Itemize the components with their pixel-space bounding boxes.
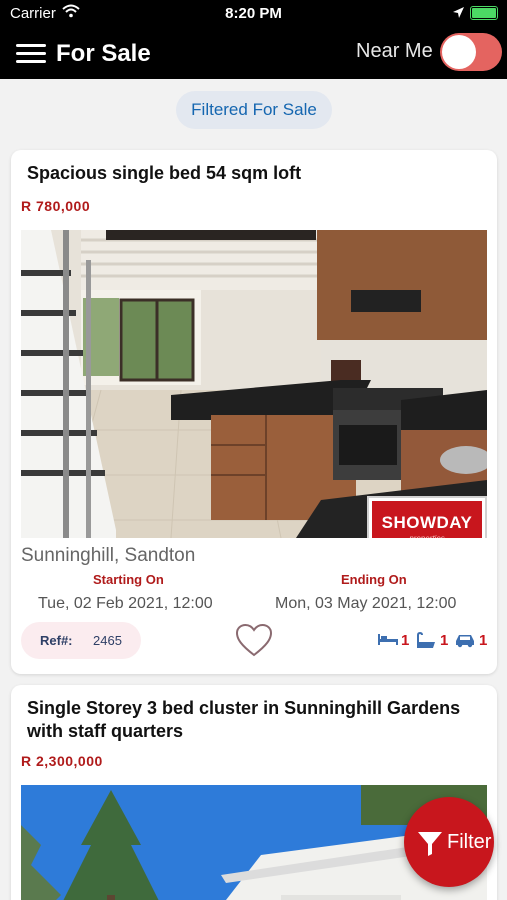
listing-location: Sunninghill, Sandton [21, 545, 196, 566]
nav-bar: For Sale Near Me [0, 28, 507, 79]
beds-feature: 1 [377, 630, 411, 652]
toggle-knob [442, 35, 476, 69]
ref-value: 2465 [93, 633, 122, 648]
near-me-label: Near Me [356, 40, 433, 62]
listing-price: R 780,000 [21, 198, 91, 214]
ref-label: Ref#: [40, 633, 73, 648]
near-me-toggle[interactable] [440, 33, 502, 71]
starting-label: Starting On [93, 572, 164, 587]
reference-badge: Ref#: 2465 [21, 622, 141, 659]
starting-value: Tue, 02 Feb 2021, 12:00 [38, 595, 213, 612]
filter-chip[interactable]: Filtered For Sale [176, 91, 332, 129]
kitchen-photo [21, 230, 487, 538]
filter-button-label: Filter [447, 831, 492, 853]
listing-card[interactable]: Spacious single bed 54 sqm loft R 780,00… [11, 150, 497, 674]
showday-sub: properties [369, 534, 485, 538]
baths-feature: 1 [415, 630, 453, 652]
listing-feed[interactable]: Filtered For Sale Spacious single bed 54… [0, 79, 507, 900]
filter-funnel-icon [418, 832, 442, 856]
listing-photo[interactable]: SHOWDAY properties [21, 230, 487, 538]
ending-label: Ending On [341, 572, 407, 587]
listing-price: R 2,300,000 [21, 753, 103, 769]
favorite-heart-icon[interactable] [235, 623, 273, 662]
status-bar: Carrier 8:20 PM [0, 0, 507, 28]
car-icon [456, 635, 474, 648]
menu-icon[interactable] [16, 42, 46, 64]
bed-icon [378, 634, 398, 645]
beds-count: 1 [401, 632, 410, 649]
showday-logo: SHOWDAY properties [367, 496, 487, 538]
bath-icon [417, 632, 435, 648]
baths-count: 1 [440, 632, 449, 649]
listing-title: Spacious single bed 54 sqm loft [27, 163, 302, 183]
battery-icon [470, 6, 498, 20]
ending-value: Mon, 03 May 2021, 12:00 [275, 595, 457, 612]
location-arrow-icon [452, 6, 465, 23]
filter-button[interactable]: Filter [404, 797, 494, 887]
listing-title: Single Storey 3 bed cluster in Sunninghi… [27, 698, 461, 741]
showday-brand: SHOWDAY [381, 513, 473, 532]
clock: 8:20 PM [225, 5, 282, 22]
garages-feature: 1 [454, 630, 492, 652]
garages-count: 1 [479, 632, 488, 649]
page-title: For Sale [56, 40, 151, 67]
